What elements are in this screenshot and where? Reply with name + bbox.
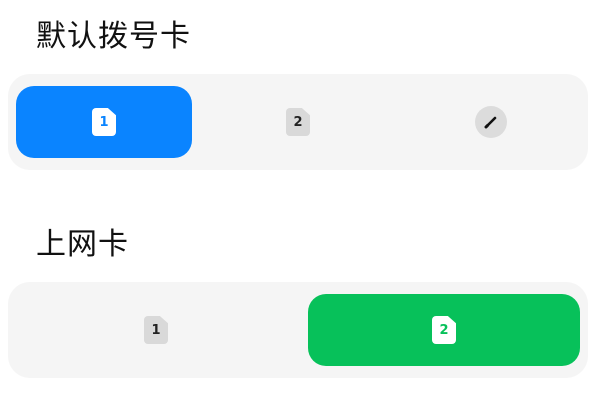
default-dial-card-selector: 1 2 [8, 74, 588, 170]
data-card-selector: 1 2 [8, 282, 588, 378]
pencil-icon [475, 106, 507, 138]
dial-sim1-button[interactable]: 1 [16, 86, 192, 158]
sim-number-label: 1 [151, 322, 161, 338]
data-sim2-button[interactable]: 2 [308, 294, 580, 366]
sim-card-icon: 2 [432, 316, 456, 344]
dial-edit-button[interactable] [402, 86, 580, 158]
sim-number-label: 2 [439, 322, 449, 338]
sim-number-label: 1 [99, 114, 109, 130]
sim-number-label: 2 [293, 114, 303, 130]
data-sim1-button[interactable]: 1 [16, 294, 296, 366]
sim-card-icon: 1 [92, 108, 116, 136]
sim-card-icon: 2 [286, 108, 310, 136]
dial-sim2-button[interactable]: 2 [204, 86, 392, 158]
data-card-title: 上网卡 [36, 227, 129, 262]
sim-card-icon: 1 [144, 316, 168, 344]
default-dial-card-title: 默认拨号卡 [36, 19, 191, 54]
